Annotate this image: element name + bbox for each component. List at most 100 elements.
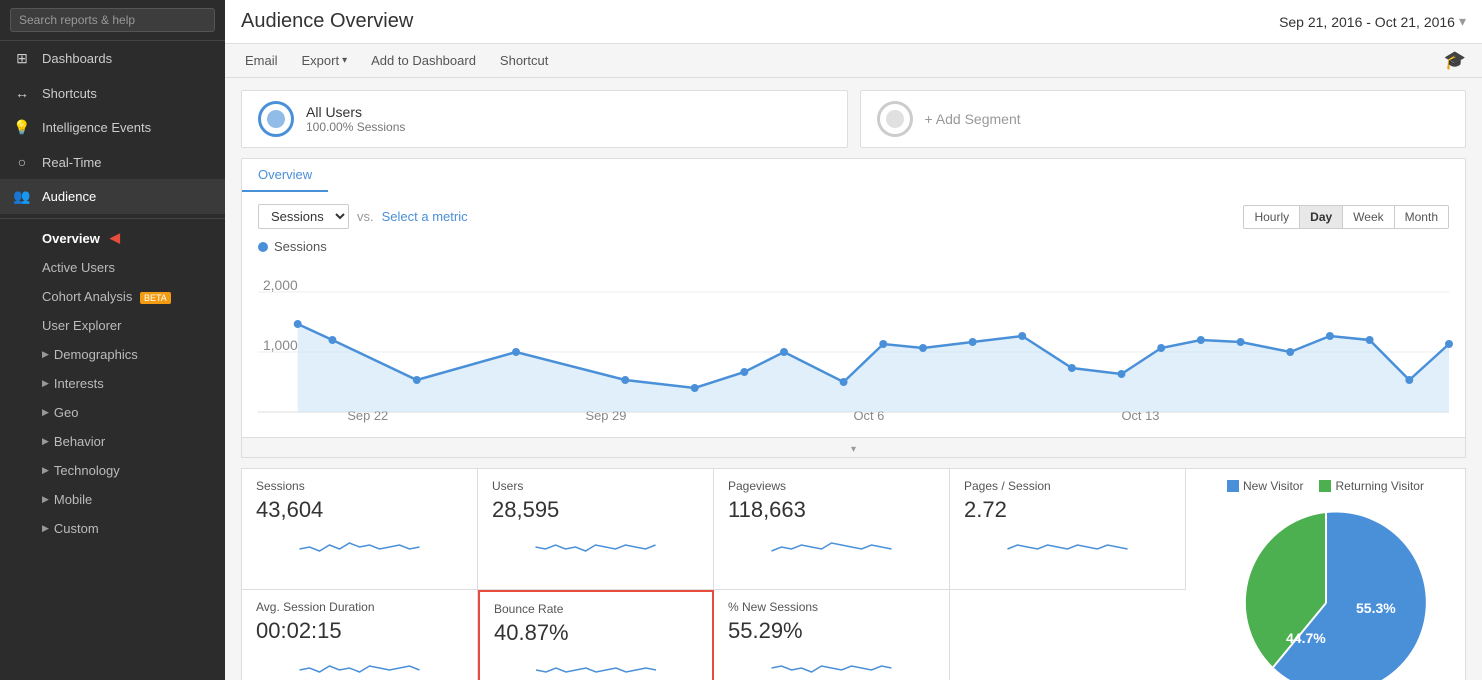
collapse-icon: ▾ bbox=[851, 444, 856, 455]
sidebar-sub-interests-label: Interests bbox=[54, 376, 104, 391]
tabs-bar: Overview bbox=[241, 158, 1466, 192]
time-btn-day[interactable]: Day bbox=[1299, 205, 1343, 229]
chart-controls: Sessions vs. Select a metric Hourly Day … bbox=[258, 204, 1449, 229]
sidebar-item-dashboards[interactable]: ⊞ Dashboards bbox=[0, 41, 225, 76]
toolbar: Email Export ▾ Add to Dashboard Shortcut… bbox=[225, 44, 1482, 78]
arrow-indicator: ◀ bbox=[110, 230, 120, 246]
metric-bounce-rate-label: Bounce Rate bbox=[494, 602, 698, 616]
date-range-chevron: ▾ bbox=[1459, 13, 1466, 30]
time-btn-week[interactable]: Week bbox=[1342, 205, 1394, 229]
sidebar-sub-demographics-label: Demographics bbox=[54, 347, 138, 362]
chart-point bbox=[1197, 336, 1205, 344]
sidebar-sub-custom[interactable]: ▶ Custom bbox=[0, 514, 225, 543]
sidebar-sub-behavior-label: Behavior bbox=[54, 434, 105, 449]
pie-legend-color-returning bbox=[1319, 480, 1331, 492]
time-btn-month[interactable]: Month bbox=[1394, 205, 1449, 229]
metric-pages-per-session-value: 2.72 bbox=[964, 497, 1171, 523]
triangle-icon-custom: ▶ bbox=[42, 523, 49, 534]
chart-point bbox=[1237, 338, 1245, 346]
chart-point bbox=[1405, 376, 1413, 384]
sparkline-pageviews bbox=[728, 529, 935, 557]
metric-users: Users 28,595 bbox=[478, 469, 714, 590]
chart-point bbox=[780, 348, 788, 356]
sidebar-item-audience[interactable]: 👥 Audience bbox=[0, 179, 225, 214]
time-btn-hourly[interactable]: Hourly bbox=[1243, 205, 1300, 229]
chart-point bbox=[413, 376, 421, 384]
metric-new-sessions: % New Sessions 55.29% bbox=[714, 590, 950, 680]
add-segment-card[interactable]: + Add Segment bbox=[860, 90, 1467, 148]
line-chart-wrapper: 2,000 1,000 Sep 22 Sep 29 Oct 6 Oct 13 bbox=[258, 262, 1449, 425]
collapse-handle[interactable]: ▾ bbox=[241, 438, 1466, 458]
sidebar-sub-overview-label: Overview bbox=[42, 231, 100, 246]
chart-area-fill bbox=[298, 324, 1449, 412]
add-to-dashboard-button[interactable]: Add to Dashboard bbox=[367, 51, 480, 70]
sidebar-sub-behavior[interactable]: ▶ Behavior bbox=[0, 427, 225, 456]
metric-new-sessions-value: 55.29% bbox=[728, 618, 935, 644]
sidebar-sub-cohort-label: Cohort Analysis bbox=[42, 289, 132, 304]
beta-badge: BETA bbox=[140, 292, 171, 304]
date-range[interactable]: Sep 21, 2016 - Oct 21, 2016 ▾ bbox=[1279, 13, 1466, 30]
sidebar-sub-geo[interactable]: ▶ Geo bbox=[0, 398, 225, 427]
chart-point bbox=[1118, 370, 1126, 378]
sidebar-sub-mobile[interactable]: ▶ Mobile bbox=[0, 485, 225, 514]
sidebar-sub-technology[interactable]: ▶ Technology bbox=[0, 456, 225, 485]
sidebar-item-realtime[interactable]: ○ Real-Time bbox=[0, 145, 225, 179]
chart-container: Sessions vs. Select a metric Hourly Day … bbox=[241, 192, 1466, 438]
metric-users-value: 28,595 bbox=[492, 497, 699, 523]
sidebar-sub-user-explorer[interactable]: User Explorer bbox=[0, 311, 225, 340]
export-label: Export bbox=[302, 53, 340, 68]
metric-new-sessions-label: % New Sessions bbox=[728, 600, 935, 614]
vs-label: vs. bbox=[357, 209, 374, 224]
realtime-icon: ○ bbox=[12, 154, 32, 170]
sidebar-item-intelligence-label: Intelligence Events bbox=[42, 120, 151, 135]
sidebar-sub-cohort[interactable]: Cohort Analysis BETA bbox=[0, 282, 225, 311]
main-content: Audience Overview Sep 21, 2016 - Oct 21,… bbox=[225, 0, 1482, 680]
triangle-icon-behavior: ▶ bbox=[42, 436, 49, 447]
all-users-info: All Users 100.00% Sessions bbox=[306, 104, 405, 134]
all-users-circle-inner bbox=[267, 110, 285, 128]
select-metric-link[interactable]: Select a metric bbox=[382, 209, 468, 224]
metric-empty bbox=[950, 590, 1186, 680]
metric-bounce-rate-value: 40.87% bbox=[494, 620, 698, 646]
sidebar-item-intelligence[interactable]: 💡 Intelligence Events bbox=[0, 110, 225, 145]
triangle-icon-technology: ▶ bbox=[42, 465, 49, 476]
metric-avg-session-duration-value: 00:02:15 bbox=[256, 618, 463, 644]
metrics-grid: Sessions 43,604 Users 28,595 Pageviews 1… bbox=[241, 468, 1186, 680]
chart-point bbox=[879, 340, 887, 348]
metrics-section: Sessions 43,604 Users 28,595 Pageviews 1… bbox=[241, 468, 1466, 680]
sidebar-sub-interests[interactable]: ▶ Interests bbox=[0, 369, 225, 398]
sidebar-sub-demographics[interactable]: ▶ Demographics bbox=[0, 340, 225, 369]
legend-dot bbox=[258, 242, 268, 252]
chart-point bbox=[328, 336, 336, 344]
sidebar-sub-active-users-label: Active Users bbox=[42, 260, 115, 275]
export-button[interactable]: Export ▾ bbox=[298, 51, 352, 70]
sparkline-pages-per-session bbox=[964, 529, 1171, 557]
sidebar-item-audience-label: Audience bbox=[42, 189, 96, 204]
pie-legend-color-new bbox=[1227, 480, 1239, 492]
chart-point bbox=[1326, 332, 1334, 340]
export-chevron-icon: ▾ bbox=[342, 55, 347, 66]
chart-point bbox=[1366, 336, 1374, 344]
sidebar-search-container bbox=[0, 0, 225, 41]
metric-select[interactable]: Sessions bbox=[258, 204, 349, 229]
sidebar-item-realtime-label: Real-Time bbox=[42, 155, 101, 170]
chart-point bbox=[1445, 340, 1453, 348]
shortcut-button[interactable]: Shortcut bbox=[496, 51, 552, 70]
pie-legend-returning-label: Returning Visitor bbox=[1335, 479, 1424, 493]
chart-point bbox=[969, 338, 977, 346]
legend-label: Sessions bbox=[274, 239, 327, 254]
audience-icon: 👥 bbox=[12, 188, 32, 205]
sidebar-sub-overview[interactable]: Overview ◀ bbox=[0, 223, 225, 253]
metric-sessions: Sessions 43,604 bbox=[242, 469, 478, 590]
line-chart: 2,000 1,000 Sep 22 Sep 29 Oct 6 Oct 13 bbox=[258, 262, 1449, 422]
pie-legend-new: New Visitor bbox=[1227, 479, 1303, 493]
tab-overview[interactable]: Overview bbox=[242, 159, 328, 192]
sidebar-sub-active-users[interactable]: Active Users bbox=[0, 253, 225, 282]
search-input[interactable] bbox=[10, 8, 215, 32]
email-button[interactable]: Email bbox=[241, 51, 282, 70]
all-users-segment[interactable]: All Users 100.00% Sessions bbox=[241, 90, 848, 148]
sidebar-item-shortcuts[interactable]: ↔ Shortcuts bbox=[0, 76, 225, 110]
sidebar: ⊞ Dashboards ↔ Shortcuts 💡 Intelligence … bbox=[0, 0, 225, 680]
svg-text:2,000: 2,000 bbox=[263, 277, 298, 293]
metric-pageviews-value: 118,663 bbox=[728, 497, 935, 523]
